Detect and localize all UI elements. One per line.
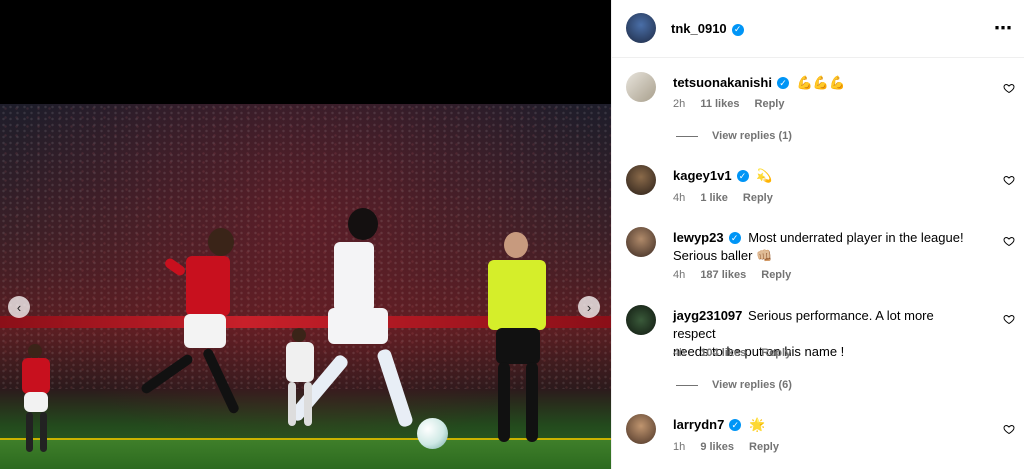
comment-time: 4h xyxy=(673,347,686,359)
comment-time: 4h xyxy=(673,192,686,204)
commenter-username[interactable]: jayg231097 xyxy=(673,308,742,323)
comment-text-line-2: Serious baller 👊🏼 xyxy=(673,248,773,263)
replies-divider xyxy=(676,384,698,386)
verified-badge-icon: ✓ xyxy=(776,77,789,89)
view-replies-label: View replies (6) xyxy=(712,379,792,391)
player-red-foreground xyxy=(139,226,270,436)
author-username[interactable]: tnk_0910 xyxy=(671,21,727,36)
reply-button[interactable]: Reply xyxy=(761,269,791,281)
more-options-button[interactable]: ⋯ xyxy=(994,18,1013,39)
chevron-right-icon: › xyxy=(586,299,592,315)
verified-badge-icon: ✓ xyxy=(729,419,742,431)
commenter-avatar[interactable] xyxy=(626,227,656,257)
comment-meta: 1h 9 likes Reply xyxy=(673,441,791,453)
commenter-username[interactable]: larrydn7 xyxy=(673,417,724,432)
previous-image-button[interactable]: ‹ xyxy=(8,296,30,318)
view-replies-button[interactable]: View replies (6) xyxy=(676,379,792,391)
reply-button[interactable]: Reply xyxy=(743,192,773,204)
comment-likes[interactable]: 1 like xyxy=(700,192,728,204)
verified-badge-icon: ✓ xyxy=(728,232,741,244)
commenter-username[interactable]: kagey1v1 xyxy=(673,168,732,183)
commenter-avatar[interactable] xyxy=(626,72,656,102)
commenter-avatar[interactable] xyxy=(626,165,656,195)
referee xyxy=(478,232,558,447)
comment-time: 4h xyxy=(673,269,686,281)
like-heart-icon[interactable] xyxy=(1003,423,1015,435)
commenter-username[interactable]: lewyp23 xyxy=(673,230,724,245)
view-replies-button[interactable]: View replies (1) xyxy=(676,130,792,142)
reply-button[interactable]: Reply xyxy=(749,441,779,453)
post-media: ‹ › xyxy=(0,0,611,469)
comment-time: 1h xyxy=(673,441,686,453)
view-replies-label: View replies (1) xyxy=(712,130,792,142)
like-heart-icon[interactable] xyxy=(1003,235,1015,247)
verified-badge-icon: ✓ xyxy=(731,23,744,36)
post-header: tnk_0910 ✓ ⋯ xyxy=(612,0,1024,58)
player-red-background xyxy=(16,344,56,454)
replies-divider xyxy=(676,135,698,137)
player-white-background xyxy=(278,328,322,428)
ellipsis-icon: ⋯ xyxy=(994,18,1013,38)
comment-meta: 4h 104 likes Reply xyxy=(673,347,803,359)
commenter-username[interactable]: tetsuonakanishi xyxy=(673,75,772,90)
comment-likes[interactable]: 9 likes xyxy=(700,441,734,453)
comment-text: 🌟 xyxy=(748,417,766,432)
verified-badge-icon: ✓ xyxy=(736,170,749,182)
comment-meta: 2h 11 likes Reply xyxy=(673,98,797,110)
author-avatar[interactable] xyxy=(626,13,656,43)
comment-meta: 4h 187 likes Reply xyxy=(673,269,803,281)
like-heart-icon[interactable] xyxy=(1003,313,1015,325)
comment-likes[interactable]: 11 likes xyxy=(700,98,739,110)
commenter-avatar[interactable] xyxy=(626,305,656,335)
comment-text-line-1: Most underrated player in the league! xyxy=(748,230,964,245)
football xyxy=(417,418,448,449)
like-heart-icon[interactable] xyxy=(1003,174,1015,186)
comment-likes[interactable]: 104 likes xyxy=(700,347,746,359)
comment-text: 💪💪💪 xyxy=(796,75,846,90)
chevron-left-icon: ‹ xyxy=(16,299,22,315)
comment-likes[interactable]: 187 likes xyxy=(700,269,746,281)
next-image-button[interactable]: › xyxy=(578,296,600,318)
post-photo xyxy=(0,104,611,469)
comment-meta: 4h 1 like Reply xyxy=(673,192,785,204)
reply-button[interactable]: Reply xyxy=(755,98,785,110)
comments-panel: tnk_0910 ✓ ⋯ tetsuonakanishi ✓ 💪💪💪 2h 11 l… xyxy=(611,0,1024,469)
comment-text: 💫 xyxy=(756,168,773,183)
commenter-avatar[interactable] xyxy=(626,414,656,444)
comment-time: 2h xyxy=(673,98,686,110)
reply-button[interactable]: Reply xyxy=(761,347,791,359)
like-heart-icon[interactable] xyxy=(1003,82,1015,94)
